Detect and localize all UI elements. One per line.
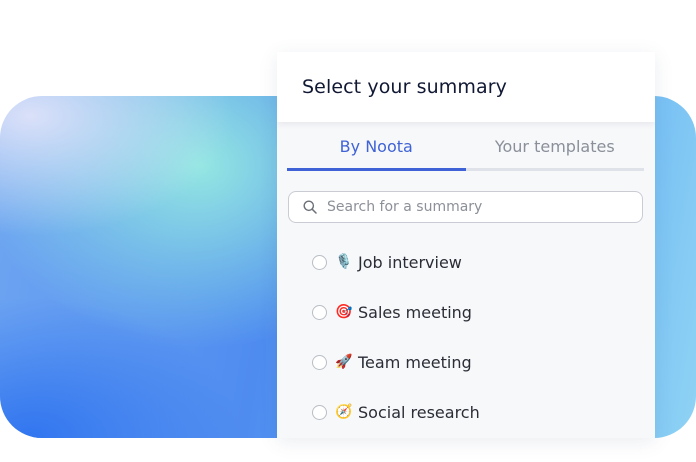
option-label: Job interview xyxy=(358,252,462,272)
option-sales-meeting[interactable]: 🎯 Sales meeting xyxy=(312,287,480,337)
panel-title: Select your summary xyxy=(302,76,507,98)
microphone-icon: 🎙️ xyxy=(335,254,353,270)
search-input[interactable] xyxy=(327,199,627,215)
radio-button[interactable] xyxy=(312,304,327,320)
search-box[interactable] xyxy=(288,191,643,223)
option-social-research[interactable]: 🧭 Social research xyxy=(312,387,480,437)
panel-body: By Noota Your templates 🎙️ Job interview… xyxy=(277,122,655,438)
option-label: Sales meeting xyxy=(358,302,472,322)
summary-options-list: 🎙️ Job interview 🎯 Sales meeting 🚀 Team … xyxy=(312,237,480,437)
radio-button[interactable] xyxy=(312,354,327,370)
option-label: Team meeting xyxy=(358,352,472,372)
tab-bar: By Noota Your templates xyxy=(287,122,644,171)
radio-button[interactable] xyxy=(312,254,327,270)
tab-by-noota[interactable]: By Noota xyxy=(287,122,466,171)
target-icon: 🎯 xyxy=(335,304,353,320)
compass-icon: 🧭 xyxy=(335,404,353,420)
search-icon xyxy=(303,200,317,214)
radio-button[interactable] xyxy=(312,404,327,420)
option-label: Social research xyxy=(358,402,480,422)
summary-selector-panel: Select your summary By Noota Your templa… xyxy=(277,52,655,438)
tab-your-templates[interactable]: Your templates xyxy=(466,122,645,168)
rocket-icon: 🚀 xyxy=(335,354,353,370)
option-team-meeting[interactable]: 🚀 Team meeting xyxy=(312,337,480,387)
option-job-interview[interactable]: 🎙️ Job interview xyxy=(312,237,480,287)
panel-header: Select your summary xyxy=(277,52,655,122)
